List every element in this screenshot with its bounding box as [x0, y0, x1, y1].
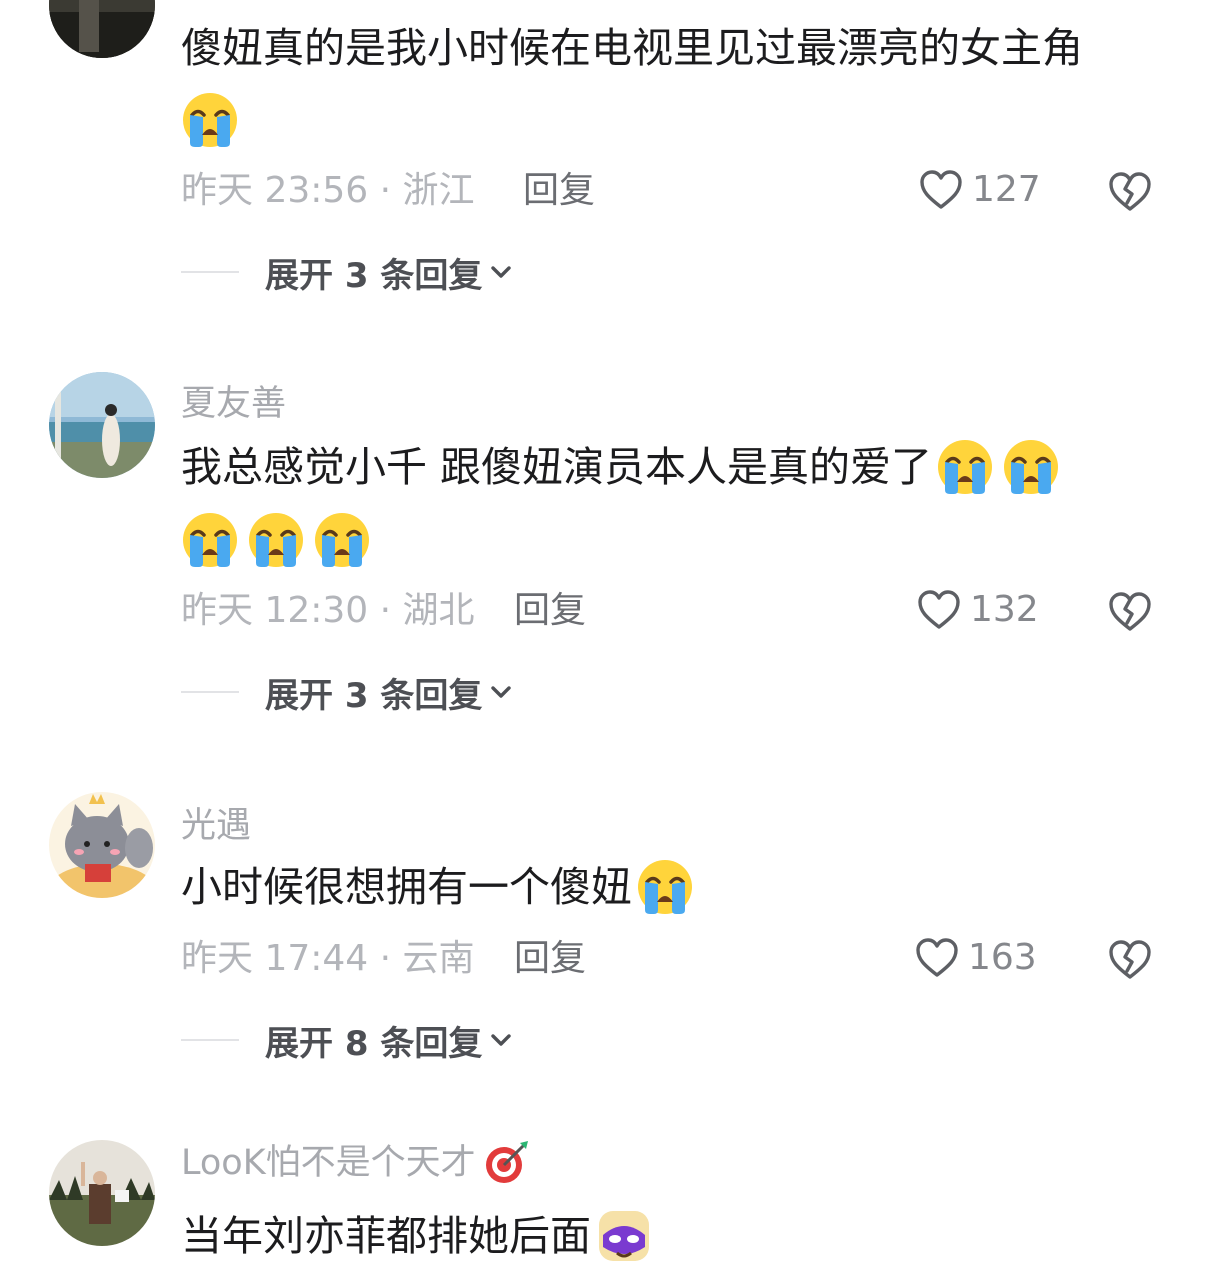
- like-button[interactable]: 163: [914, 935, 1037, 981]
- comment-meta: 昨天 17:44 · 云南 回复 163: [181, 937, 1171, 981]
- broken-heart-icon[interactable]: [1106, 587, 1154, 635]
- comment-text: 当年刘亦菲都排她后面: [181, 1207, 661, 1265]
- like-count: 163: [968, 937, 1037, 978]
- chevron-down-icon: [488, 679, 514, 705]
- loudly-crying-face-icon: [636, 858, 694, 916]
- timestamp-location: 昨天 12:30 · 湖北: [181, 590, 475, 631]
- loudly-crying-face-icon: [313, 511, 371, 569]
- expand-replies-label: 展开 3 条回复: [265, 255, 483, 296]
- expand-replies-button[interactable]: 展开 3 条回复: [181, 670, 514, 716]
- username[interactable]: 光遇: [181, 797, 251, 848]
- comment-text-content: 当年刘亦菲都排她后面: [181, 1212, 591, 1260]
- comment-meta: 昨天 12:30 · 湖北 回复 132: [181, 589, 1171, 633]
- avatar[interactable]: [49, 792, 155, 898]
- loudly-crying-face-icon: [181, 91, 239, 149]
- divider: [181, 691, 239, 693]
- avatar[interactable]: [49, 1140, 155, 1246]
- reply-button[interactable]: 回复: [523, 169, 595, 213]
- avatar[interactable]: [49, 0, 155, 58]
- broken-heart-icon[interactable]: [1106, 935, 1154, 983]
- avatar[interactable]: [49, 372, 155, 478]
- expand-replies-label: 展开 8 条回复: [265, 1023, 483, 1064]
- like-count: 127: [972, 169, 1041, 210]
- expand-replies-label: 展开 3 条回复: [265, 675, 483, 716]
- divider: [181, 1039, 239, 1041]
- reply-button[interactable]: 回复: [514, 937, 586, 981]
- expand-replies-button[interactable]: 展开 8 条回复: [181, 1018, 514, 1064]
- direct-hit-icon: [485, 1141, 528, 1183]
- reply-button[interactable]: 回复: [514, 589, 586, 633]
- comment-text-content: 小时候很想拥有一个傻妞: [181, 863, 632, 911]
- username[interactable]: LooK怕不是个天才: [181, 1134, 476, 1192]
- comment-text: 小时候很想拥有一个傻妞: [181, 858, 702, 916]
- mask-face-icon: [599, 1211, 649, 1261]
- comment-text-line2: [181, 511, 379, 569]
- heart-outline-icon: [918, 167, 964, 213]
- broken-heart-icon[interactable]: [1106, 167, 1154, 215]
- like-button[interactable]: 132: [916, 587, 1039, 633]
- timestamp-location: 昨天 23:56 · 浙江: [181, 170, 475, 211]
- loudly-crying-face-icon: [247, 511, 305, 569]
- username-row: LooK怕不是个天才: [181, 1138, 530, 1188]
- comment-meta: 昨天 23:56 · 浙江 回复 127: [181, 169, 1171, 213]
- loudly-crying-face-icon: [181, 511, 239, 569]
- heart-outline-icon: [916, 587, 962, 633]
- expand-replies-button[interactable]: 展开 3 条回复: [181, 250, 514, 296]
- chevron-down-icon: [488, 259, 514, 285]
- like-count: 132: [970, 589, 1039, 630]
- divider: [181, 271, 239, 273]
- comment-text-content: 我总感觉小千 跟傻妞演员本人是真的爱了: [181, 443, 933, 491]
- timestamp-location: 昨天 17:44 · 云南: [181, 938, 475, 979]
- comment-text-line2: [181, 91, 247, 149]
- loudly-crying-face-icon: [1002, 438, 1060, 496]
- username[interactable]: 夏友善: [181, 375, 286, 426]
- comment-text: 我总感觉小千 跟傻妞演员本人是真的爱了: [181, 438, 1068, 496]
- heart-outline-icon: [914, 935, 960, 981]
- loudly-crying-face-icon: [936, 438, 994, 496]
- comment-text: 傻妞真的是我小时候在电视里见过最漂亮的女主角: [181, 24, 1083, 72]
- chevron-down-icon: [488, 1027, 514, 1053]
- like-button[interactable]: 127: [918, 167, 1041, 213]
